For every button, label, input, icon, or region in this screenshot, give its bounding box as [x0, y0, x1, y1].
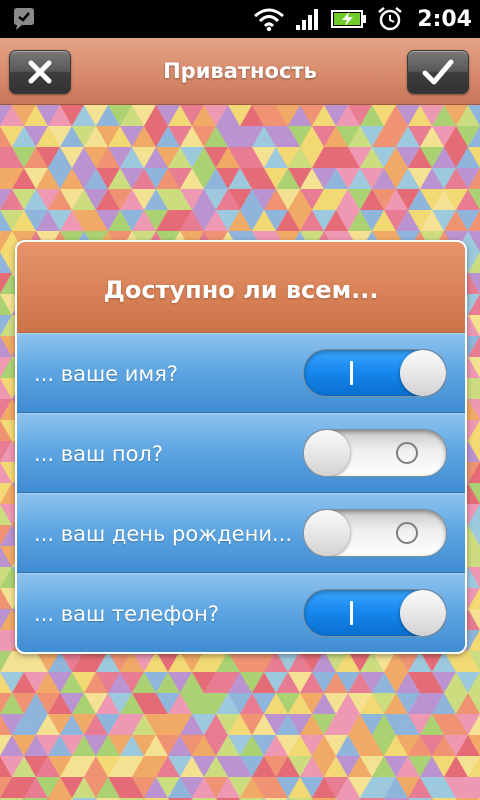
toggle-off-mark	[396, 522, 418, 544]
list-item: ... ваш телефон?	[17, 573, 465, 652]
toggle-on-mark	[350, 601, 353, 625]
list-item: ... ваше имя?	[17, 333, 465, 413]
status-bar: 2:04	[0, 0, 480, 38]
clock-time: 2:04	[417, 6, 472, 32]
list-item: ... ваш день рождени...	[17, 493, 465, 573]
phone-visibility-toggle[interactable]	[303, 589, 447, 637]
gender-visibility-label: ... ваш пол?	[34, 442, 163, 466]
wifi-icon	[254, 8, 285, 32]
list-item: ... ваш пол?	[17, 413, 465, 493]
toggle-knob	[400, 350, 446, 396]
toggle-knob	[304, 510, 350, 556]
name-visibility-toggle[interactable]	[303, 349, 447, 397]
signal-icon	[296, 9, 319, 30]
confirm-button[interactable]	[407, 50, 469, 94]
toggle-on-mark	[350, 361, 353, 385]
title-bar: Приватность	[0, 38, 480, 105]
dialog-heading: Доступно ли всем...	[17, 242, 465, 333]
toggle-knob	[400, 590, 446, 636]
phone-visibility-label: ... ваш телефон?	[34, 602, 220, 626]
checkmark-icon	[422, 59, 454, 85]
alarm-clock-icon	[378, 7, 403, 31]
birthday-visibility-toggle[interactable]	[303, 509, 447, 557]
battery-charging-icon	[331, 10, 367, 28]
toggle-off-mark	[396, 442, 418, 464]
name-visibility-label: ... ваше имя?	[34, 362, 179, 386]
app-notification-icon	[14, 8, 34, 30]
privacy-dialog: Доступно ли всем... ... ваше имя? ... ва…	[15, 240, 467, 654]
birthday-visibility-label: ... ваш день рождени...	[34, 522, 292, 546]
toggle-knob	[304, 430, 350, 476]
gender-visibility-toggle[interactable]	[303, 429, 447, 477]
